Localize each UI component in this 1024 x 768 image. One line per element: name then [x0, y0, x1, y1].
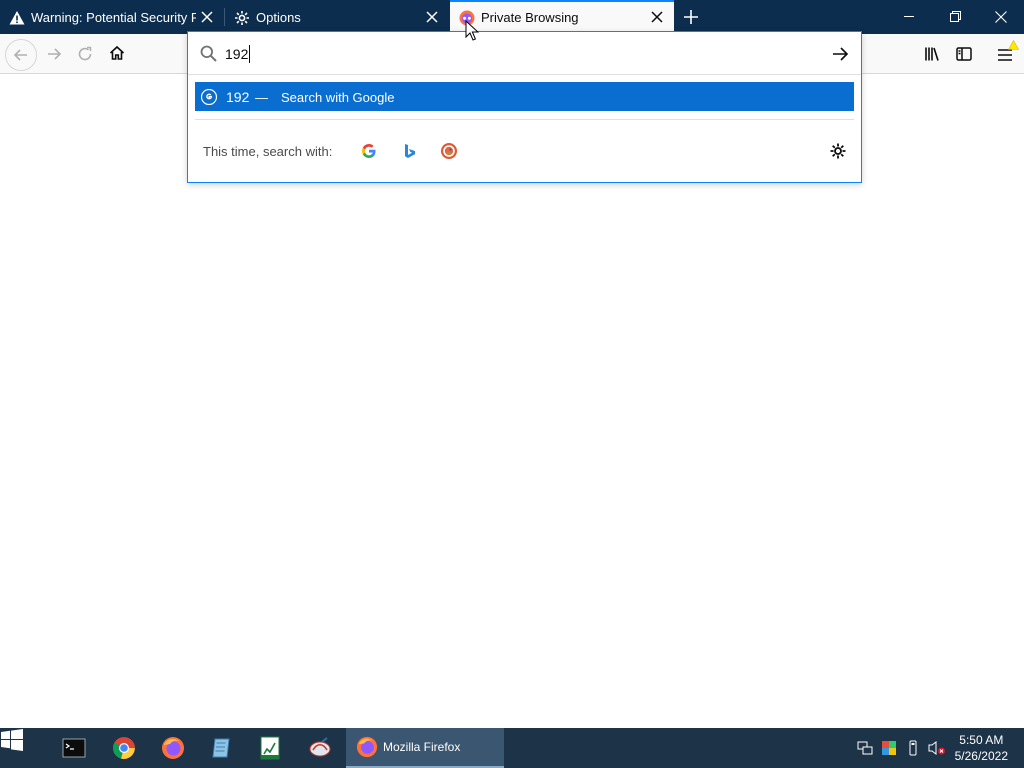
- library-icon: [924, 46, 940, 62]
- tab-title: Private Browsing: [481, 10, 579, 25]
- search-settings-gear-icon[interactable]: [829, 142, 847, 160]
- mouse-cursor-icon: [465, 20, 479, 42]
- taskbar-firefox[interactable]: [149, 728, 197, 768]
- go-arrow-icon[interactable]: [831, 45, 849, 63]
- reload-button[interactable]: [71, 40, 99, 68]
- display-color-icon[interactable]: [881, 740, 897, 756]
- url-input[interactable]: [225, 44, 785, 64]
- system-clock[interactable]: 5:50 AM 5/26/2022: [955, 732, 1008, 764]
- tab-title: Warning: Potential Security Risk Ahead: [31, 10, 196, 25]
- suggestion-query: 192: [226, 89, 250, 105]
- start-button[interactable]: [0, 728, 48, 768]
- divider: [188, 74, 861, 75]
- urlbar-dropdown: 192 — Search with Google This time, sear…: [187, 31, 862, 183]
- taskbar-notepad[interactable]: [198, 728, 246, 768]
- tab-title: Options: [256, 10, 301, 25]
- google-engine-button[interactable]: [360, 142, 378, 160]
- tab-security-warning[interactable]: Warning: Potential Security Risk Ahead: [0, 0, 224, 34]
- suggestion-action: Search with Google: [281, 90, 395, 105]
- taskbar-window-label: Mozilla Firefox: [383, 740, 461, 754]
- bing-engine-button[interactable]: [400, 142, 418, 160]
- sidebar-icon: [956, 46, 972, 62]
- forward-button[interactable]: [40, 40, 68, 68]
- search-icon: [200, 45, 217, 62]
- home-button[interactable]: [103, 40, 131, 68]
- new-tab-button[interactable]: [676, 0, 706, 34]
- taskbar-spreadsheet[interactable]: [246, 728, 294, 768]
- restore-button[interactable]: [932, 0, 978, 34]
- taskbar: Mozilla Firefox 5:50 AM 5/26/2022: [0, 728, 1024, 768]
- divider: [195, 119, 854, 120]
- back-arrow-icon: [13, 47, 29, 63]
- reload-icon: [77, 46, 93, 62]
- close-window-button[interactable]: [978, 0, 1024, 34]
- home-icon: [109, 45, 125, 61]
- close-icon: [995, 11, 1007, 23]
- plus-icon: [683, 9, 699, 25]
- firefox-icon: [356, 736, 378, 758]
- clock-date: 5/26/2022: [954, 749, 1008, 763]
- update-warning-badge-icon: [1008, 40, 1019, 50]
- forward-arrow-icon: [46, 46, 62, 62]
- menu-button[interactable]: [991, 40, 1019, 68]
- close-tab-icon[interactable]: [424, 9, 440, 25]
- one-off-search-label: This time, search with:: [203, 144, 333, 159]
- close-tab-icon[interactable]: [649, 9, 665, 25]
- duckduckgo-engine-button[interactable]: [440, 142, 458, 160]
- warning-icon: [9, 10, 25, 26]
- usb-device-icon[interactable]: [905, 740, 921, 756]
- tab-private-browsing[interactable]: Private Browsing: [450, 0, 674, 34]
- library-button[interactable]: [918, 40, 946, 68]
- minimize-button[interactable]: [886, 0, 932, 34]
- suggestion-dash: —: [255, 90, 268, 105]
- taskbar-chrome[interactable]: [100, 728, 148, 768]
- taskbar-terminal[interactable]: [50, 728, 98, 768]
- volume-muted-icon[interactable]: [928, 740, 945, 756]
- network-icon[interactable]: [857, 740, 873, 756]
- close-tab-icon[interactable]: [199, 9, 215, 25]
- search-suggestion-row[interactable]: 192 — Search with Google: [195, 82, 854, 111]
- google-icon: [201, 89, 217, 105]
- taskbar-firefox-window[interactable]: Mozilla Firefox: [346, 728, 504, 768]
- gear-icon: [234, 10, 250, 26]
- tab-options[interactable]: Options: [225, 0, 449, 34]
- clock-time: 5:50 AM: [959, 733, 1004, 747]
- restore-icon: [950, 11, 961, 22]
- taskbar-app[interactable]: [296, 728, 344, 768]
- minimize-icon: [904, 16, 914, 18]
- text-caret: [249, 45, 250, 63]
- back-button[interactable]: [5, 39, 37, 71]
- tab-strip: Warning: Potential Security Risk Ahead O…: [0, 0, 1024, 34]
- sidebar-button[interactable]: [950, 40, 978, 68]
